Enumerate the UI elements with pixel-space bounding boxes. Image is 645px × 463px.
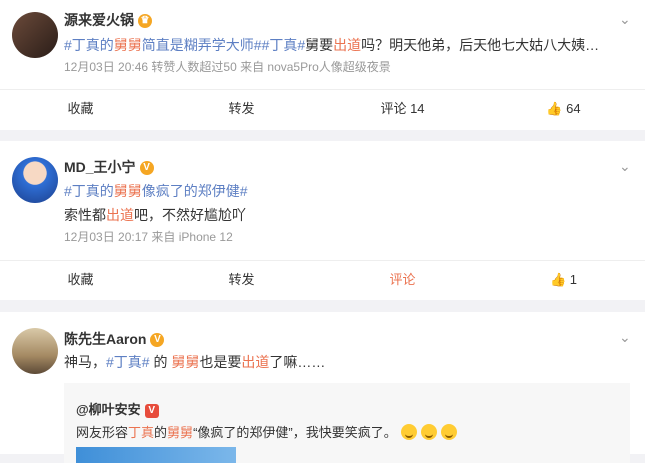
text-span: “像疯了的郑伊健”，我快要笑疯了。 <box>193 425 397 440</box>
thumbs-up-icon: 👍 <box>546 101 563 116</box>
repost-button[interactable]: 转发 <box>161 90 322 128</box>
laughing-emoji-icon <box>400 424 417 440</box>
username[interactable]: 源来爱火锅 ♛ <box>64 10 152 30</box>
quoted-author[interactable]: @柳叶安安 V <box>76 399 159 418</box>
thumbs-up-icon: 👍 <box>549 272 567 287</box>
avatar[interactable] <box>12 157 58 203</box>
like-button[interactable]: 👍 1 <box>483 261 644 299</box>
highlight-text: 出道 <box>241 354 270 370</box>
collect-button[interactable]: 收藏 <box>0 261 161 299</box>
comment-button[interactable]: 评论 14 <box>322 90 483 128</box>
topic-link[interactable]: #丁真的 <box>64 37 114 53</box>
topic-link[interactable]: 像疯了的郑伊健# <box>142 183 248 199</box>
highlight-text: 出道 <box>333 37 362 53</box>
text-span: 的 <box>154 425 168 440</box>
post-content-line: 索性都出道吧，不然好尴尬吖 <box>64 205 246 225</box>
like-count: 64 <box>566 101 581 116</box>
text-span: 也是要 <box>199 354 242 370</box>
topic-link[interactable]: #丁真# <box>106 354 150 370</box>
comment-button[interactable]: 评论 <box>322 261 483 299</box>
highlight-text: 舅舅 <box>171 354 200 370</box>
highlight-text: 丁真 <box>128 425 155 440</box>
post-content: 神马，#丁真# 的 舅舅也是要出道了嘛…… <box>64 352 325 372</box>
action-bar: 收藏 转发 评论 👍 1 <box>0 260 645 299</box>
avatar[interactable] <box>12 12 58 58</box>
crown-icon: ♛ <box>138 14 152 29</box>
like-count: 1 <box>569 272 578 287</box>
post-content: #丁真的舅舅简直是糊弄学大师##丁真#舅要出道吗？明天他弟，后天他七大姑八大姨… <box>64 35 599 55</box>
text-span: 神马， <box>64 354 106 370</box>
verified-icon: V <box>139 161 154 176</box>
topic-link[interactable]: 的 <box>100 183 114 199</box>
text-span: 舅要 <box>305 37 334 53</box>
topic-link[interactable]: #丁真# <box>262 37 306 53</box>
chevron-down-icon[interactable]: ⌄ <box>619 330 633 344</box>
topic-link[interactable]: 简直是糊弄学大师# <box>142 37 262 53</box>
quoted-author-text[interactable]: @柳叶安安 <box>76 402 141 417</box>
action-bar: 收藏 转发 评论 14 👍 64 <box>0 89 645 128</box>
highlight-text: 出道 <box>106 207 134 223</box>
text-span: 吧，不然好尴尬吖 <box>134 207 246 223</box>
highlight-text: 舅舅 <box>113 183 142 199</box>
verified-icon: V <box>150 333 165 348</box>
text-span: 了嘛…… <box>269 354 326 370</box>
chevron-down-icon[interactable]: ⌄ <box>619 159 633 173</box>
chevron-down-icon[interactable]: ⌄ <box>619 12 633 26</box>
post-meta: 12月03日 20:46 转赞人数超过50 来自 nova5Pro人像超级夜景 <box>64 60 391 74</box>
text-span: 索性都 <box>64 207 106 223</box>
username-text[interactable]: 源来爱火锅 <box>64 12 134 28</box>
laughing-emoji-icon <box>440 424 457 440</box>
post-meta: 12月03日 20:17 来自 iPhone 12 <box>64 230 233 244</box>
avatar[interactable] <box>12 328 58 374</box>
like-button[interactable]: 👍 64 <box>483 90 644 128</box>
post-card: 源来爱火锅 ♛ ⌄ #丁真的舅舅简直是糊弄学大师##丁真#舅要出道吗？明天他弟，后… <box>0 0 645 130</box>
post-content-line: #丁真的舅舅像疯了的郑伊健# <box>64 181 248 201</box>
quoted-image[interactable] <box>76 447 236 463</box>
topic-link[interactable]: #丁真 <box>64 183 100 199</box>
collect-button[interactable]: 收藏 <box>0 90 161 128</box>
quoted-post[interactable]: @柳叶安安 V 网友形容丁真的舅舅“像疯了的郑伊健”，我快要笑疯了。 <box>64 383 630 463</box>
post-card: MD_王小宁 V ⌄ #丁真的舅舅像疯了的郑伊健# 索性都出道吧，不然好尴尬吖 1… <box>0 141 645 300</box>
text-span: 吗？明天他弟，后天他七大姑八大姨… <box>361 37 600 53</box>
username-text[interactable]: 陈先生Aaron <box>64 331 146 347</box>
verified-icon: V <box>144 403 159 418</box>
text-span: 网友形容 <box>76 425 129 440</box>
highlight-text: 舅舅 <box>167 425 194 440</box>
username-text[interactable]: MD_王小宁 <box>64 159 136 175</box>
quoted-text: 网友形容丁真的舅舅“像疯了的郑伊健”，我快要笑疯了。 <box>76 422 457 441</box>
text-span: 的 <box>149 354 172 370</box>
repost-button[interactable]: 转发 <box>161 261 322 299</box>
username[interactable]: MD_王小宁 V <box>64 157 154 177</box>
username[interactable]: 陈先生Aaron V <box>64 329 165 349</box>
laughing-emoji-icon <box>420 424 437 440</box>
highlight-text: 舅舅 <box>113 37 142 53</box>
